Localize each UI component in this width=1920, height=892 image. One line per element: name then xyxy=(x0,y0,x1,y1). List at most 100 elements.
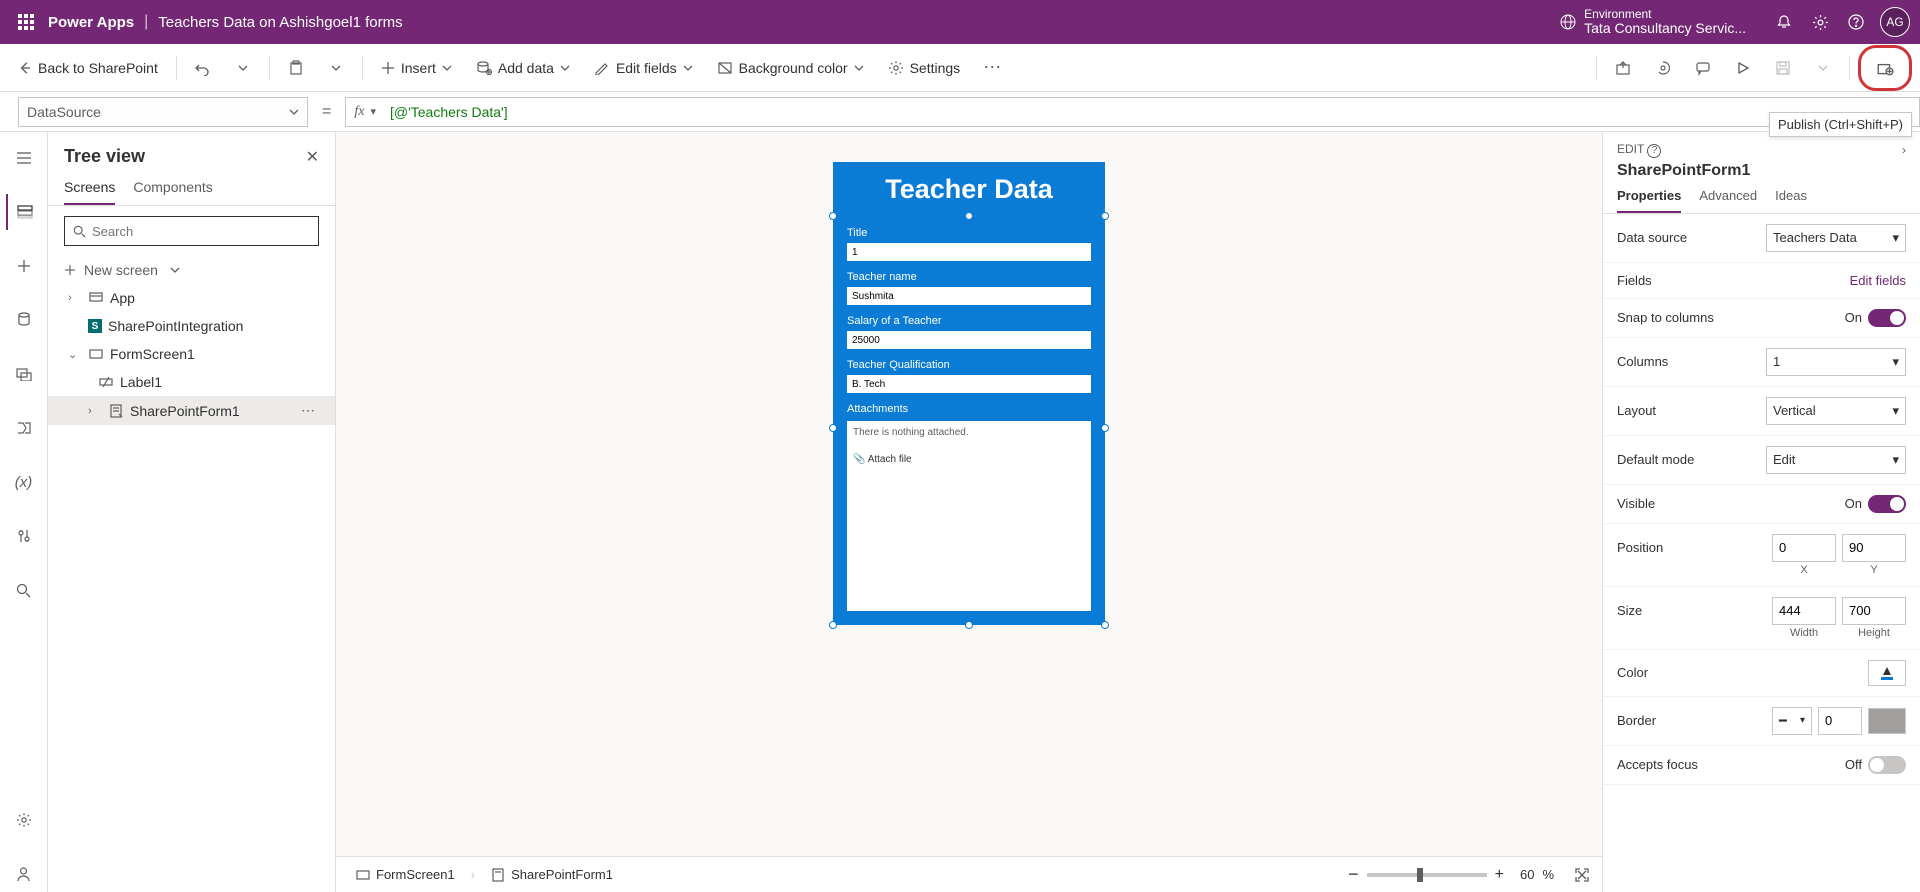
color-picker[interactable] xyxy=(1868,660,1906,686)
zoom-out-button[interactable]: − xyxy=(1348,864,1359,885)
breadcrumb-formscreen1[interactable]: FormScreen1 xyxy=(348,863,463,886)
tab-ideas[interactable]: Ideas xyxy=(1775,188,1807,213)
width-input[interactable] xyxy=(1772,597,1836,625)
media-rail-icon[interactable] xyxy=(6,356,42,392)
tab-advanced[interactable]: Advanced xyxy=(1699,188,1757,213)
publish-button[interactable] xyxy=(1858,45,1912,91)
screen-icon xyxy=(88,346,104,362)
fx-dropdown-icon[interactable]: ▾ xyxy=(370,105,376,118)
visible-toggle[interactable] xyxy=(1868,495,1906,513)
search-input[interactable] xyxy=(92,224,310,239)
undo-dropdown[interactable] xyxy=(225,50,261,86)
tree-view-panel: Tree view ✕ Screens Components New scree… xyxy=(48,132,336,892)
paste-dropdown[interactable] xyxy=(318,50,354,86)
publish-tooltip: Publish (Ctrl+Shift+P) xyxy=(1769,112,1912,137)
virtual-agent-icon[interactable] xyxy=(6,856,42,892)
snap-toggle[interactable] xyxy=(1868,309,1906,327)
form-title-label: Teacher Data xyxy=(833,162,1105,217)
attach-file-link[interactable]: 📎 Attach file xyxy=(853,454,912,465)
breadcrumb-sharepointform1[interactable]: SharePointForm1 xyxy=(483,863,621,886)
data-rail-icon[interactable] xyxy=(6,302,42,338)
border-label: Border xyxy=(1617,713,1656,728)
fit-screen-button[interactable] xyxy=(1574,867,1590,883)
field-input-salary[interactable] xyxy=(847,331,1091,349)
tree-view-icon[interactable] xyxy=(6,194,42,230)
border-width-input[interactable] xyxy=(1818,707,1862,735)
field-input-name[interactable] xyxy=(847,287,1091,305)
accepts-focus-toggle[interactable] xyxy=(1868,756,1906,774)
tree-item-label1[interactable]: Label1 xyxy=(48,368,335,396)
border-style-select[interactable]: ━▾ xyxy=(1772,707,1812,735)
variables-rail-icon[interactable]: (x) xyxy=(6,464,42,500)
tab-properties[interactable]: Properties xyxy=(1617,188,1681,213)
field-input-title[interactable] xyxy=(847,243,1091,261)
edit-fields-button[interactable]: Edit fields xyxy=(584,54,703,82)
zoom-value: 60 xyxy=(1520,867,1534,882)
settings-label: Settings xyxy=(910,60,961,76)
edit-fields-label: Edit fields xyxy=(616,60,677,76)
columns-select[interactable]: 1▾ xyxy=(1766,348,1906,376)
tree-search[interactable] xyxy=(64,216,319,246)
save-dropdown[interactable] xyxy=(1805,50,1841,86)
tree-item-app[interactable]: › App xyxy=(48,284,335,312)
tools-rail-icon[interactable] xyxy=(6,518,42,554)
tab-screens[interactable]: Screens xyxy=(64,179,115,205)
tree-item-spintegration[interactable]: S SharePointIntegration xyxy=(48,312,335,340)
back-button[interactable]: Back to SharePoint xyxy=(8,54,168,82)
equals-sign: = xyxy=(322,103,331,121)
comments-button[interactable] xyxy=(1685,50,1721,86)
field-label-salary: Salary of a Teacher xyxy=(847,315,1091,327)
undo-button[interactable] xyxy=(185,50,221,86)
form-preview[interactable]: Teacher Data Title Teacher name Salary o… xyxy=(833,162,1105,625)
pos-y-input[interactable] xyxy=(1842,534,1906,562)
visible-state: On xyxy=(1845,496,1862,511)
save-button[interactable] xyxy=(1765,50,1801,86)
edit-fields-link[interactable]: Edit fields xyxy=(1850,273,1906,288)
settings-button[interactable]: Settings xyxy=(878,54,971,82)
data-source-select[interactable]: Teachers Data▾ xyxy=(1766,224,1906,252)
default-mode-select[interactable]: Edit▾ xyxy=(1766,446,1906,474)
env-label: Environment xyxy=(1584,8,1746,21)
bg-color-button[interactable]: Background color xyxy=(707,54,874,82)
more-commands[interactable]: ⋯ xyxy=(974,50,1010,86)
tab-components[interactable]: Components xyxy=(133,179,212,205)
expand-icon[interactable]: › xyxy=(1902,143,1906,157)
add-data-button[interactable]: Add data xyxy=(466,54,580,82)
pos-x-input[interactable] xyxy=(1772,534,1836,562)
field-input-qual[interactable] xyxy=(847,375,1091,393)
zoom-slider[interactable] xyxy=(1367,873,1487,877)
info-icon[interactable]: ? xyxy=(1647,144,1661,158)
item-more-icon[interactable]: ⋯ xyxy=(301,402,327,419)
layout-select[interactable]: Vertical▾ xyxy=(1766,397,1906,425)
tree-label: SharePointForm1 xyxy=(130,403,240,419)
close-icon[interactable]: ✕ xyxy=(306,147,319,167)
settings-rail-icon[interactable] xyxy=(6,802,42,838)
hamburger-icon[interactable] xyxy=(6,140,42,176)
tree-item-sharepointform1[interactable]: › SharePointForm1 ⋯ xyxy=(48,396,335,425)
waffle-icon[interactable] xyxy=(18,14,34,30)
height-input[interactable] xyxy=(1842,597,1906,625)
default-mode-label: Default mode xyxy=(1617,452,1694,467)
search-rail-icon[interactable] xyxy=(6,572,42,608)
columns-label: Columns xyxy=(1617,354,1668,369)
user-avatar[interactable]: AG xyxy=(1880,7,1910,37)
insert-button[interactable]: Insert xyxy=(371,54,462,82)
notifications-icon[interactable] xyxy=(1766,4,1802,40)
environment-picker[interactable]: Environment Tata Consultancy Servic... xyxy=(1560,8,1746,37)
formula-input[interactable]: fx ▾ [@'Teachers Data'] xyxy=(345,97,1920,127)
flows-rail-icon[interactable] xyxy=(6,410,42,446)
attachments-box[interactable]: There is nothing attached. 📎 Attach file xyxy=(847,421,1091,611)
settings-gear-icon[interactable] xyxy=(1802,4,1838,40)
share-button[interactable] xyxy=(1605,50,1641,86)
page-title: Teachers Data on Ashishgoel1 forms xyxy=(158,14,402,31)
tree-item-formscreen1[interactable]: ⌄ FormScreen1 xyxy=(48,340,335,368)
property-selector[interactable]: DataSource xyxy=(18,97,308,127)
insert-rail-icon[interactable] xyxy=(6,248,42,284)
paste-button[interactable] xyxy=(278,50,314,86)
zoom-in-button[interactable]: + xyxy=(1495,866,1504,884)
help-icon[interactable] xyxy=(1838,4,1874,40)
new-screen-button[interactable]: New screen xyxy=(48,256,335,284)
preview-button[interactable] xyxy=(1725,50,1761,86)
border-color-picker[interactable] xyxy=(1868,708,1906,734)
checker-button[interactable] xyxy=(1645,50,1681,86)
